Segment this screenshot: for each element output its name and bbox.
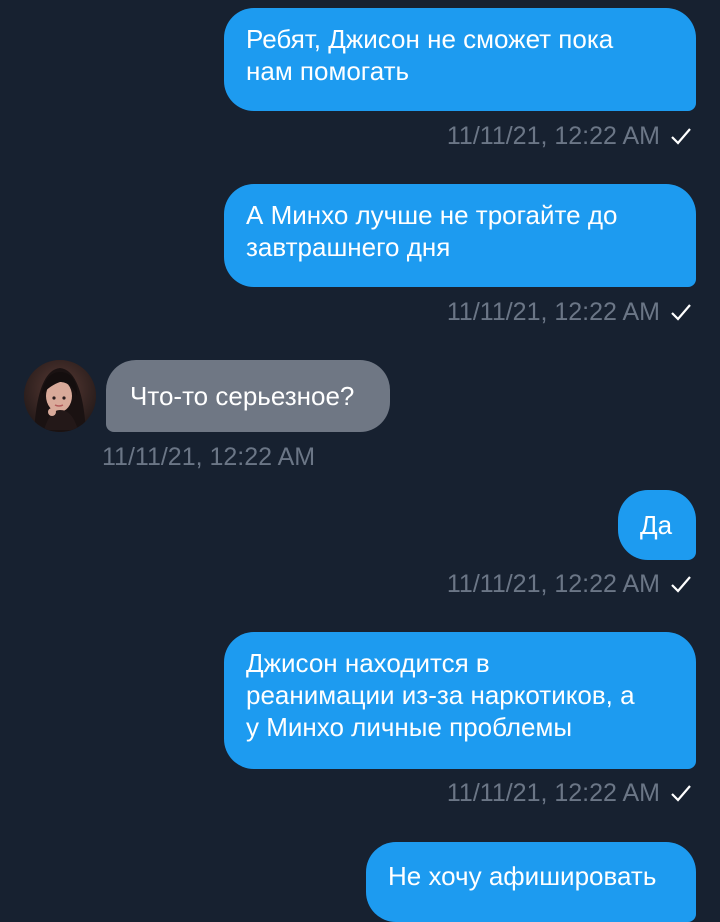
outgoing-message-bubble[interactable]: А Минхо лучше не трогайте до завтрашнего… xyxy=(224,184,696,287)
check-icon xyxy=(671,128,691,145)
outgoing-message-bubble[interactable]: Джисон находится в реанимации из-за нарк… xyxy=(224,632,696,769)
message-timestamp: 11/11/21, 12:22 AM xyxy=(102,443,316,471)
incoming-message-bubble[interactable]: Что-то серьезное? xyxy=(106,360,390,432)
check-icon xyxy=(671,576,691,593)
check-icon xyxy=(671,304,691,321)
check-icon xyxy=(671,785,691,802)
message-timestamp: 11/11/21, 12:22 AM xyxy=(446,570,660,598)
message-timestamp: 11/11/21, 12:22 AM xyxy=(446,779,660,807)
user-avatar-photo xyxy=(24,360,96,432)
message-timestamp: 11/11/21, 12:22 AM xyxy=(446,298,660,326)
message-meta: 11/11/21, 12:22 AM xyxy=(447,778,692,808)
user-avatar[interactable] xyxy=(24,360,96,432)
chat-message-list[interactable]: Ребят, Джисон не сможет пока нам помогат… xyxy=(0,0,720,922)
message-timestamp: 11/11/21, 12:22 AM xyxy=(446,122,660,150)
outgoing-message-bubble[interactable]: Не хочу афишировать xyxy=(366,842,696,922)
message-meta: 11/11/21, 12:22 AM xyxy=(447,569,692,599)
message-meta: 11/11/21, 12:22 AM xyxy=(447,121,692,151)
outgoing-message-bubble[interactable]: Ребят, Джисон не сможет пока нам помогат… xyxy=(224,8,696,111)
message-meta: 11/11/21, 12:22 AM xyxy=(102,442,315,472)
message-meta: 11/11/21, 12:22 AM xyxy=(447,297,692,327)
outgoing-message-bubble[interactable]: Да xyxy=(618,490,696,560)
